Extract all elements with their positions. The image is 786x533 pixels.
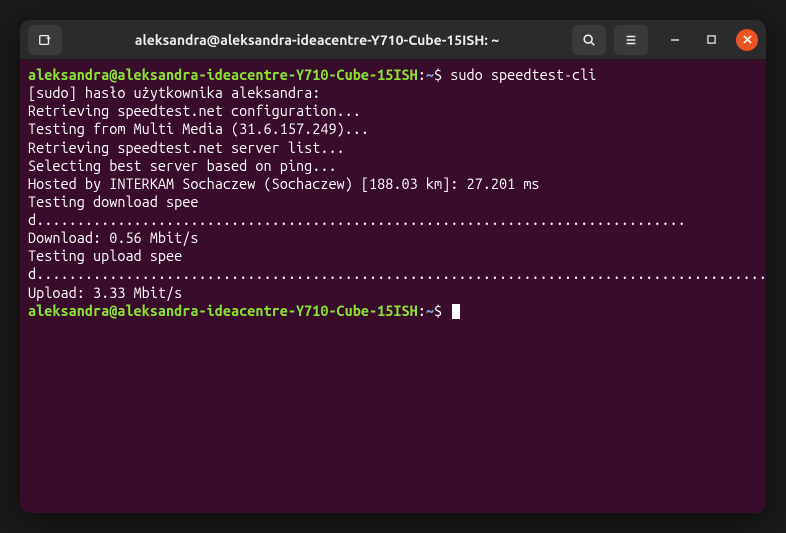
prompt-user-host: aleksandra@aleksandra-ideacentre-Y710-Cu… — [28, 302, 418, 319]
output-line: Selecting best server based on ping... — [28, 157, 758, 175]
output-line: Download: 0.56 Mbit/s — [28, 229, 758, 247]
prompt-symbol: $ — [434, 66, 442, 83]
prompt-line: aleksandra@aleksandra-ideacentre-Y710-Cu… — [28, 66, 758, 84]
command-text: sudo speedtest-cli — [442, 66, 596, 83]
output-line: Retrieving speedtest.net configuration..… — [28, 102, 758, 120]
hamburger-menu-button[interactable] — [614, 25, 648, 55]
window-title: aleksandra@aleksandra-ideacentre-Y710-Cu… — [70, 32, 564, 48]
output-line: [sudo] hasło użytkownika aleksandra: — [28, 84, 758, 102]
prompt-colon: : — [418, 302, 426, 319]
output-line: Hosted by INTERKAM Sochaczew (Sochaczew)… — [28, 175, 758, 193]
prompt-path: ~ — [426, 302, 434, 319]
output-line: Testing download speed..................… — [28, 193, 758, 229]
close-button[interactable] — [736, 29, 758, 51]
maximize-button[interactable] — [700, 29, 722, 51]
cursor — [452, 304, 460, 319]
minimize-button[interactable] — [664, 29, 686, 51]
prompt-path: ~ — [426, 66, 434, 83]
new-tab-button[interactable] — [28, 25, 62, 55]
output-line: Testing from Multi Media (31.6.157.249).… — [28, 120, 758, 138]
output-line: Testing upload speed....................… — [28, 247, 758, 283]
search-button[interactable] — [572, 25, 606, 55]
terminal-window: aleksandra@aleksandra-ideacentre-Y710-Cu… — [20, 20, 766, 513]
prompt-user-host: aleksandra@aleksandra-ideacentre-Y710-Cu… — [28, 66, 418, 83]
output-line: Retrieving speedtest.net server list... — [28, 139, 758, 157]
output-line: Upload: 3.33 Mbit/s — [28, 284, 758, 302]
prompt-symbol: $ — [434, 302, 442, 319]
terminal-content[interactable]: aleksandra@aleksandra-ideacentre-Y710-Cu… — [20, 60, 766, 513]
titlebar: aleksandra@aleksandra-ideacentre-Y710-Cu… — [20, 20, 766, 60]
window-controls — [664, 29, 758, 51]
prompt-colon: : — [418, 66, 426, 83]
prompt-line: aleksandra@aleksandra-ideacentre-Y710-Cu… — [28, 302, 758, 320]
